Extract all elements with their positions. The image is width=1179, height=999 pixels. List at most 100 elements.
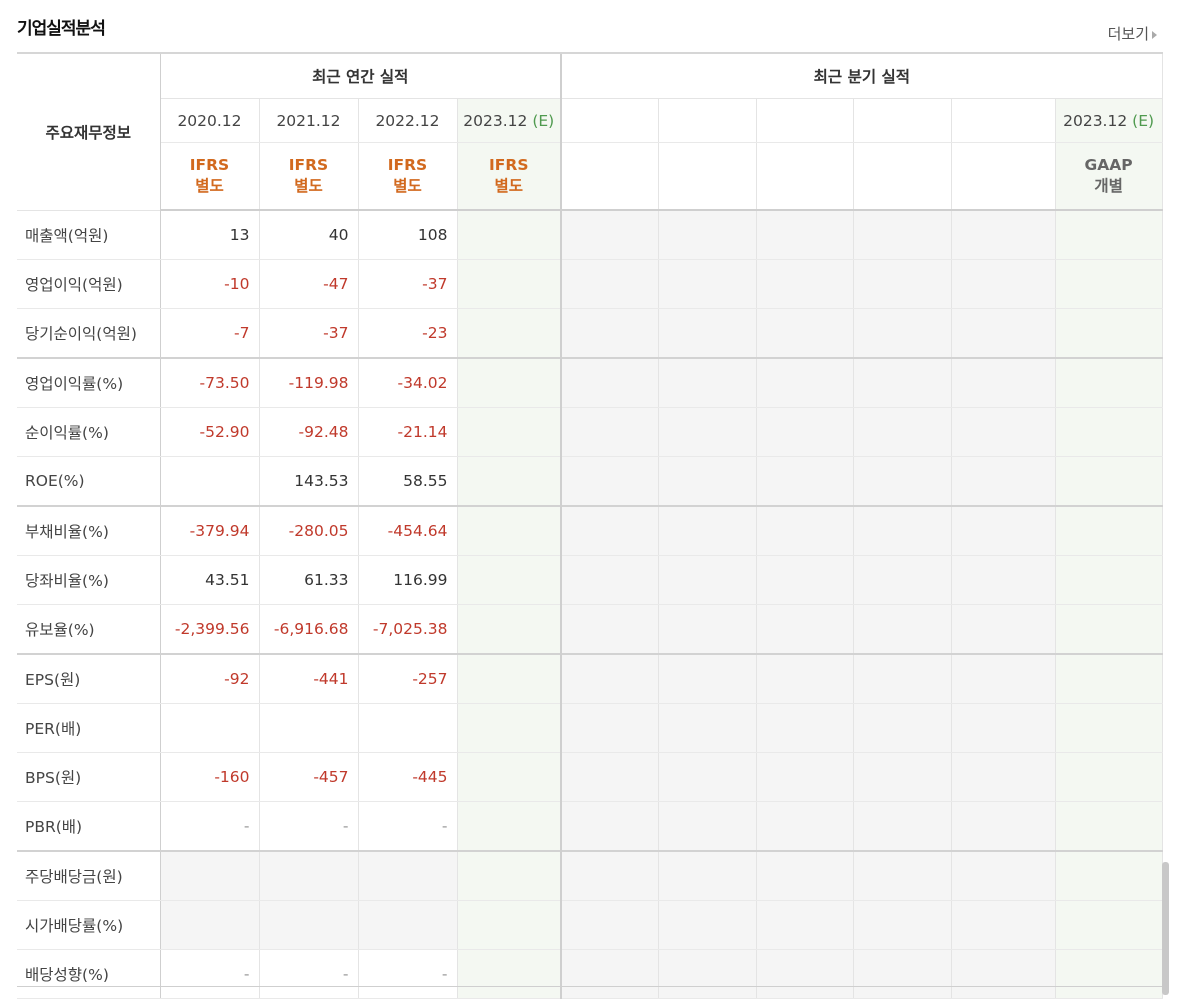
standard-header <box>756 142 854 211</box>
annual-value-cell: - <box>358 949 458 999</box>
table-body: 매출액(억원) 13 40 108 영업이익(억원) -10 -47 -37 당기순이익(억원)… <box>17 210 1163 999</box>
row-label: PER(배) <box>17 703 161 753</box>
scrollbar-thumb[interactable] <box>1162 862 1169 995</box>
empty-cell <box>658 210 757 260</box>
empty-cell <box>756 210 854 260</box>
empty-cell <box>853 949 952 999</box>
annual-value-cell: -119.98 <box>259 357 359 408</box>
empty-cell <box>853 801 952 852</box>
empty-cell <box>1055 752 1163 802</box>
standard-header: IFRS 별도 <box>457 142 562 211</box>
empty-cell <box>853 555 952 605</box>
annual-value-cell: -34.02 <box>358 357 458 408</box>
year-header-estimate: 2023.12 (E) <box>457 98 562 143</box>
empty-cell <box>951 407 1056 457</box>
empty-cell <box>951 555 1056 605</box>
empty-cell <box>560 210 659 260</box>
empty-cell <box>756 308 854 359</box>
financial-table: 주요재무정보 최근 연간 실적 최근 분기 실적 2020.12 2021.12… <box>17 52 1163 999</box>
annual-value-cell: -92.48 <box>259 407 359 457</box>
annual-value-cell: 61.33 <box>259 555 359 605</box>
row-label: 영업이익(억원) <box>17 259 161 309</box>
annual-value-cell <box>259 900 359 950</box>
table-row: 순이익률(%) -52.90 -92.48 -21.14 <box>17 407 1163 457</box>
empty-cell <box>756 752 854 802</box>
row-label: EPS(원) <box>17 653 161 704</box>
empty-cell <box>560 456 659 507</box>
empty-cell <box>756 555 854 605</box>
more-link[interactable]: 더보기 <box>1108 23 1157 44</box>
quarter-header <box>658 98 757 143</box>
empty-cell <box>756 653 854 704</box>
chevron-right-icon <box>1152 30 1157 39</box>
empty-cell <box>853 357 952 408</box>
empty-cell <box>457 850 562 901</box>
empty-cell <box>756 505 854 556</box>
row-label: 당기순이익(억원) <box>17 308 161 359</box>
empty-cell <box>853 604 952 655</box>
empty-cell <box>951 210 1056 260</box>
empty-cell <box>1055 505 1163 556</box>
empty-cell <box>1055 653 1163 704</box>
empty-cell <box>1055 801 1163 852</box>
annual-value-cell: 108 <box>358 210 458 260</box>
empty-cell <box>1055 850 1163 901</box>
quarter-header <box>756 98 854 143</box>
table-row: PER(배) <box>17 703 1163 753</box>
quarter-group-header: 최근 분기 실적 <box>560 52 1163 99</box>
empty-cell <box>457 949 562 999</box>
empty-cell <box>560 555 659 605</box>
annual-value-cell: -160 <box>160 752 260 802</box>
row-label: 시가배당률(%) <box>17 900 161 950</box>
standard-header <box>560 142 659 211</box>
table-row: 당좌비율(%) 43.51 61.33 116.99 <box>17 555 1163 605</box>
empty-cell <box>457 604 562 655</box>
annual-value-cell: 40 <box>259 210 359 260</box>
empty-cell <box>853 407 952 457</box>
annual-value-cell: 143.53 <box>259 456 359 507</box>
empty-cell <box>658 555 757 605</box>
empty-cell <box>560 801 659 852</box>
empty-cell <box>756 357 854 408</box>
empty-cell <box>457 407 562 457</box>
empty-cell <box>951 259 1056 309</box>
empty-cell <box>853 752 952 802</box>
empty-cell <box>951 653 1056 704</box>
empty-cell <box>658 752 757 802</box>
annual-value-cell: -73.50 <box>160 357 260 408</box>
annual-value-cell: -37 <box>259 308 359 359</box>
empty-cell <box>951 850 1056 901</box>
annual-value-cell: -7 <box>160 308 260 359</box>
empty-cell <box>457 555 562 605</box>
section-title: 기업실적분석 <box>17 19 106 39</box>
table-row: 주당배당금(원) <box>17 850 1163 901</box>
table-row: 유보율(%) -2,399.56 -6,916.68 -7,025.38 <box>17 604 1163 655</box>
standard-header: IFRS 별도 <box>358 142 458 211</box>
empty-cell <box>457 259 562 309</box>
empty-cell <box>560 703 659 753</box>
empty-cell <box>1055 703 1163 753</box>
annual-value-cell <box>160 703 260 753</box>
annual-value-cell <box>358 850 458 901</box>
table-row: ROE(%) 143.53 58.55 <box>17 456 1163 507</box>
quarter-header-estimate: 2023.12 (E) <box>1055 98 1163 143</box>
annual-value-cell: 13 <box>160 210 260 260</box>
table-row: EPS(원) -92 -441 -257 <box>17 653 1163 704</box>
annual-value-cell: - <box>160 949 260 999</box>
empty-cell <box>457 801 562 852</box>
annual-value-cell: 43.51 <box>160 555 260 605</box>
empty-cell <box>756 949 854 999</box>
empty-cell <box>560 604 659 655</box>
table-row: 부채비율(%) -379.94 -280.05 -454.64 <box>17 505 1163 556</box>
annual-value-cell <box>259 850 359 901</box>
empty-cell <box>560 850 659 901</box>
annual-value-cell: -21.14 <box>358 407 458 457</box>
empty-cell <box>560 308 659 359</box>
annual-value-cell: -257 <box>358 653 458 704</box>
table-row: 매출액(억원) 13 40 108 <box>17 210 1163 260</box>
standard-header: IFRS 별도 <box>259 142 359 211</box>
empty-cell <box>1055 456 1163 507</box>
annual-value-cell <box>358 900 458 950</box>
annual-value-cell: -445 <box>358 752 458 802</box>
estimate-marker: (E) <box>1132 111 1155 130</box>
